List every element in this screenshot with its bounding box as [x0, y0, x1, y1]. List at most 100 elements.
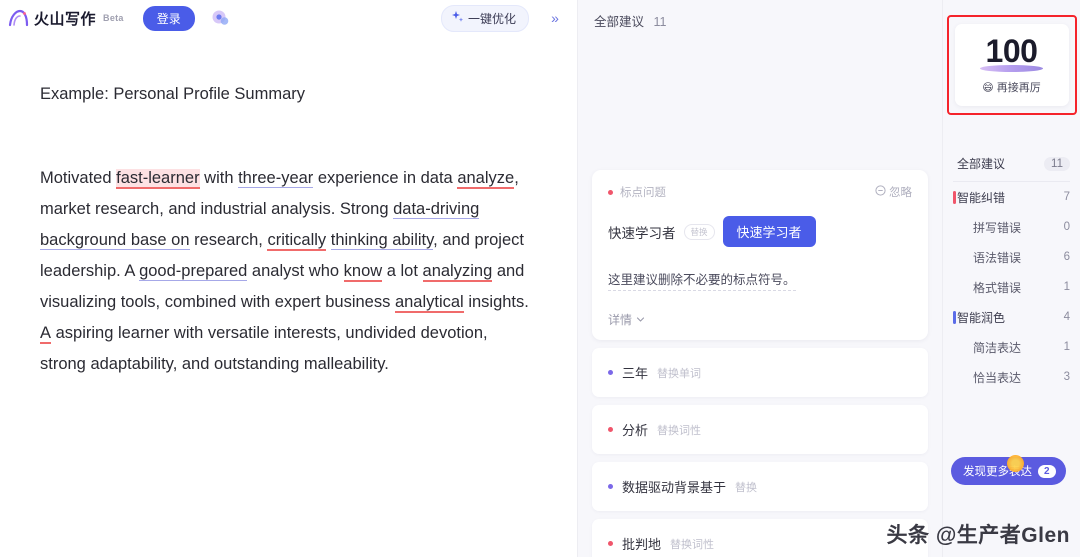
metric-row-简洁表达[interactable]: 简洁表达 1 [953, 332, 1070, 362]
suggestion-card-header: 标点问题 忽略 [608, 184, 912, 200]
category-dot-icon [608, 189, 613, 195]
doc-text: experience in data [313, 168, 458, 187]
document-paragraph[interactable]: Motivated fast-learner with three-year e… [40, 163, 537, 380]
category-dot-icon [608, 427, 613, 432]
detail-label: 详情 [608, 313, 633, 327]
optimize-label: 一键优化 [467, 11, 516, 26]
score-number: 100 [985, 33, 1038, 69]
metric-label: 恰当表达 [973, 370, 1022, 385]
doc-marked-text[interactable]: three-year [238, 168, 314, 188]
brand-logo: 火山写作 Beta [8, 8, 127, 29]
editor-pane: 火山写作 Beta 登录 一键优化 » Example: Personal Pr… [0, 0, 578, 557]
suggestion-row-word: 数据驱动背景基于 [622, 480, 727, 495]
replace-arrow-pill: 替换 [683, 223, 715, 240]
puzzle-gear-icon[interactable] [207, 5, 233, 31]
metric-label: 智能纠错 [957, 190, 1006, 205]
minus-circle-icon [875, 185, 886, 199]
category-dot-icon [608, 541, 613, 546]
suggestion-row-action: 替换词性 [657, 424, 702, 437]
doc-text: insights. [463, 292, 529, 311]
suggestion-card-tag-label: 标点问题 [620, 187, 666, 199]
app-root: 火山写作 Beta 登录 一键优化 » Example: Personal Pr… [0, 0, 1080, 557]
ignore-label: 忽略 [889, 187, 912, 199]
category-dot-icon [608, 370, 613, 375]
suggestion-card-tag: 标点问题 [608, 184, 666, 200]
category-dot-icon [608, 484, 613, 489]
metric-category-bar-icon [953, 310, 956, 324]
beta-badge: Beta [103, 13, 124, 23]
score-pane: 100 😄 再接再厉 全部建议 11 智能纠错 7 拼写错误 0 语法错误 6 格式错误 1 智能润… [943, 0, 1080, 557]
metric-label: 智能润色 [957, 310, 1006, 325]
suggestion-replacement-row: 快速学习者 替换 快速学习者 [608, 216, 912, 247]
suggestions-header: 全部建议 11 [578, 0, 942, 30]
suggestion-row-word: 分析 [622, 423, 649, 438]
metric-label: 语法错误 [973, 250, 1022, 265]
one-click-optimize-button[interactable]: 一键优化 [440, 4, 529, 32]
suggestion-card[interactable]: 标点问题 忽略 快速学习者 替换 快速学习者 这里建议删除不必要的标点符号。 详… [592, 170, 928, 340]
sparkle-icon [451, 10, 464, 26]
doc-marked-text[interactable]: A [40, 323, 52, 344]
metric-row-恰当表达[interactable]: 恰当表达 3 [953, 362, 1070, 392]
login-button[interactable]: 登录 [142, 5, 195, 31]
doc-text: aspiring learner with versatile interest… [40, 323, 488, 373]
sparkle-burst-icon [1007, 455, 1024, 472]
ignore-button[interactable]: 忽略 [875, 184, 912, 200]
metric-count: 1 [1063, 341, 1070, 353]
suggestion-rows: 三年 替换单词 分析 替换词性 数据驱动背景基于 替换 批判地 替换词性 [592, 348, 928, 557]
doc-text: research, [189, 230, 268, 249]
metric-row-语法错误[interactable]: 语法错误 6 [953, 242, 1070, 272]
metric-label: 简洁表达 [973, 340, 1022, 355]
suggestion-row[interactable]: 分析 替换词性 [592, 405, 928, 454]
doc-marked-text[interactable]: good-prepared [139, 261, 248, 281]
doc-text: Motivated [40, 168, 117, 187]
discover-more-expressions-button[interactable]: 发现更多表达 2 [951, 455, 1066, 485]
score-box-wrapper: 100 😄 再接再厉 [946, 15, 1077, 115]
doc-marked-text[interactable]: analytical [394, 292, 464, 313]
metric-count: 6 [1063, 251, 1070, 263]
doc-marked-text[interactable]: thinking ability [330, 230, 434, 250]
document-editor[interactable]: Example: Personal Profile Summary Motiva… [0, 36, 577, 557]
score-value: 100 [979, 33, 1044, 72]
metric-count: 7 [1063, 191, 1070, 203]
doc-marked-text[interactable]: fast-learner [116, 168, 200, 189]
score-box[interactable]: 100 😄 再接再厉 [954, 24, 1069, 106]
suggestions-header-count: 11 [653, 15, 667, 29]
discover-badge: 2 [1038, 464, 1056, 478]
smile-emoji-icon: 😄 [982, 81, 994, 94]
score-caption-text: 再接再厉 [996, 82, 1041, 94]
doc-text: a lot [382, 261, 423, 280]
suggestion-detail-toggle[interactable]: 详情 [608, 311, 912, 328]
metric-list: 全部建议 11 智能纠错 7 拼写错误 0 语法错误 6 格式错误 1 智能润色 4 简洁表达 1 恰当表达… [943, 146, 1080, 392]
suggestion-row[interactable]: 批判地 替换词性 [592, 519, 928, 557]
metric-row-智能纠错[interactable]: 智能纠错 7 [953, 182, 1070, 212]
metric-row-全部建议[interactable]: 全部建议 11 [953, 146, 1070, 182]
doc-marked-text[interactable]: critically [267, 230, 327, 251]
collapse-panel-button[interactable]: » [543, 6, 567, 30]
editor-toolbar: 火山写作 Beta 登录 一键优化 » [0, 0, 577, 36]
metric-count: 4 [1063, 311, 1070, 323]
suggestion-row-action: 替换 [735, 481, 758, 494]
doc-text: analyst who [247, 261, 344, 280]
metric-category-bar-icon [953, 190, 956, 204]
suggestion-row[interactable]: 数据驱动背景基于 替换 [592, 462, 928, 511]
metric-row-拼写错误[interactable]: 拼写错误 0 [953, 212, 1070, 242]
metric-row-格式错误[interactable]: 格式错误 1 [953, 272, 1070, 302]
score-caption: 😄 再接再厉 [982, 79, 1040, 95]
suggestion-row-word: 批判地 [622, 537, 662, 552]
suggestion-description: 这里建议删除不必要的标点符号。 [608, 269, 796, 291]
doc-marked-text[interactable]: analyzing [422, 261, 493, 282]
suggestion-row[interactable]: 三年 替换单词 [592, 348, 928, 397]
metric-count: 0 [1063, 221, 1070, 233]
metric-row-智能润色[interactable]: 智能润色 4 [953, 302, 1070, 332]
score-underline-icon [979, 65, 1044, 72]
suggestion-row-action: 替换单词 [657, 367, 702, 380]
metric-label: 拼写错误 [973, 220, 1022, 235]
doc-marked-text[interactable]: know [343, 261, 383, 282]
doc-text: with [199, 168, 239, 187]
doc-marked-text[interactable]: analyze [457, 168, 515, 189]
suggestions-pane: 全部建议 11 标点问题 忽略 快速学习者 替换 快速学习者 这里建议删除不必要… [578, 0, 943, 557]
suggestions-header-label: 全部建议 [594, 15, 645, 29]
suggestion-row-action: 替换词性 [670, 538, 715, 551]
apply-replacement-button[interactable]: 快速学习者 [722, 216, 816, 247]
watermark: 头条 @生产者Glen [886, 524, 1070, 547]
